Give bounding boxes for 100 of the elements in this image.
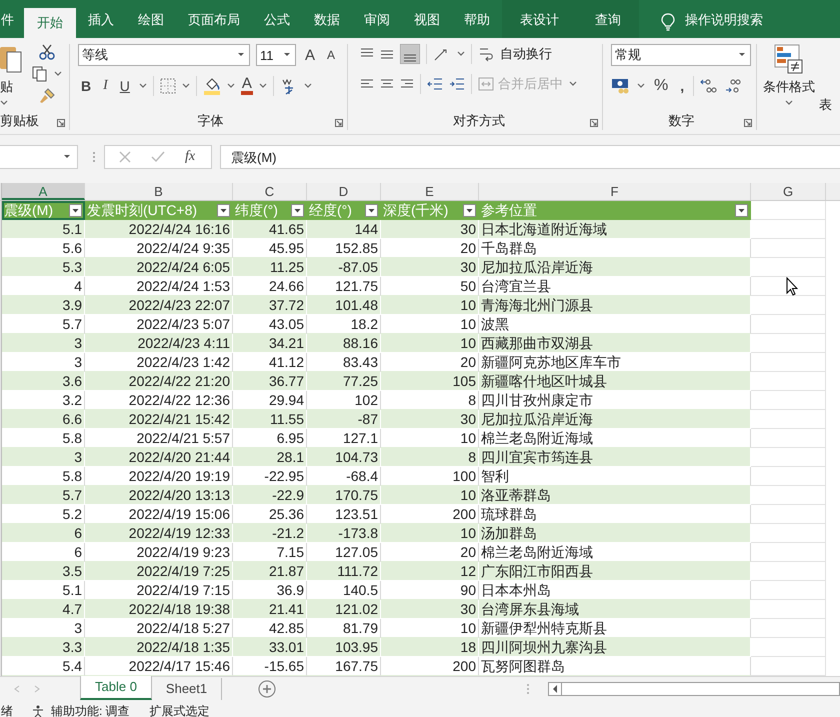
column-header[interactable]: F [479, 183, 751, 200]
search-field[interactable]: 操作说明搜索 [685, 0, 763, 38]
column-header[interactable]: D [307, 183, 381, 200]
add-sheet-icon[interactable] [258, 680, 276, 698]
table-cell: 2022/4/24 16:16 [85, 220, 233, 239]
lightbulb-icon[interactable] [661, 13, 675, 31]
more-options-icon[interactable] [92, 151, 96, 163]
caret-icon[interactable] [226, 83, 235, 89]
dropdown-caret-icon[interactable] [283, 52, 291, 58]
ribbon-tab[interactable]: 插入 [76, 0, 126, 38]
increase-indent-icon[interactable] [449, 77, 465, 91]
filter-dropdown-icon[interactable] [735, 204, 748, 216]
dialog-launcher-icon[interactable] [590, 119, 598, 127]
ribbon-tab[interactable]: 件 [0, 0, 24, 38]
decrease-decimal-icon[interactable] [724, 78, 742, 94]
table-cell: 8 [381, 448, 479, 467]
decrease-indent-icon[interactable] [427, 77, 443, 91]
table-cell: 6.6 [2, 410, 85, 429]
caret-icon[interactable] [138, 83, 147, 89]
empty-cell[interactable] [751, 353, 826, 372]
column-header[interactable]: E [381, 183, 479, 200]
wrap-text-button[interactable]: 自动换行 [500, 45, 552, 63]
horizontal-scrollbar[interactable] [548, 682, 840, 696]
formula-input[interactable]: 震级(M) [220, 145, 840, 169]
font-size-field[interactable]: 11 [256, 44, 296, 66]
caret-icon[interactable] [54, 71, 62, 77]
copy-icon[interactable] [32, 66, 48, 82]
table-cell: 10 [381, 296, 479, 315]
scissors-icon[interactable] [39, 44, 55, 60]
conditional-formatting-icon[interactable] [774, 44, 804, 74]
insert-function-button[interactable]: fx [185, 149, 196, 165]
paste-button[interactable]: 贴 [0, 78, 13, 96]
filter-dropdown-icon[interactable] [291, 204, 304, 216]
decrease-font-size-button[interactable]: A [324, 48, 338, 62]
dialog-launcher-icon[interactable] [744, 119, 752, 127]
increase-font-size-button[interactable]: A [302, 46, 318, 64]
ribbon-tab[interactable]: 数据 [302, 0, 352, 38]
dialog-launcher-icon[interactable] [335, 119, 343, 127]
dropdown-caret-icon[interactable] [237, 52, 245, 58]
empty-cell[interactable] [751, 543, 826, 562]
filter-dropdown-icon[interactable] [463, 204, 476, 216]
enter-check-icon[interactable] [151, 151, 165, 163]
ribbon-tab[interactable]: 审阅 [352, 0, 402, 38]
format-as-table-button[interactable]: 表 [819, 96, 832, 130]
empty-cell[interactable] [751, 391, 826, 410]
bold-button[interactable]: B [78, 78, 94, 94]
underline-button[interactable]: U [116, 78, 133, 94]
caret-icon[interactable] [637, 83, 645, 89]
accessibility-icon[interactable] [31, 704, 45, 717]
caret-icon[interactable] [569, 81, 577, 87]
format-painter-icon[interactable] [39, 88, 55, 104]
empty-cell[interactable] [751, 315, 826, 334]
empty-cell[interactable] [751, 429, 826, 448]
fill-bucket-icon[interactable] [202, 77, 221, 95]
dropdown-caret-icon[interactable] [63, 154, 71, 160]
ribbon-tab[interactable]: 帮助 [452, 0, 502, 38]
caret-icon[interactable] [304, 83, 312, 89]
caret-icon[interactable] [785, 100, 793, 106]
increase-decimal-icon[interactable] [700, 78, 718, 94]
ribbon-tab[interactable]: 公式 [252, 0, 302, 38]
empty-cell[interactable] [751, 657, 826, 676]
caret-icon[interactable] [457, 51, 465, 57]
empty-cell[interactable] [751, 505, 826, 524]
sheet-tab[interactable]: Table 0 [80, 676, 152, 700]
column-header[interactable]: B [85, 183, 233, 200]
dialog-launcher-icon[interactable] [57, 119, 65, 127]
filter-dropdown-icon[interactable] [217, 204, 230, 216]
ribbon-tab[interactable]: 绘图 [126, 0, 176, 38]
borders-icon[interactable] [160, 78, 176, 94]
caret-icon[interactable] [258, 83, 267, 89]
ribbon-tab[interactable]: 表设计 [502, 0, 577, 38]
wrap-text-icon[interactable] [478, 46, 494, 62]
filter-dropdown-icon[interactable] [69, 204, 82, 216]
conditional-formatting-button[interactable]: 条件格式 [763, 78, 815, 96]
ribbon-tab[interactable]: 查询 [577, 0, 639, 38]
ribbon-tab[interactable]: 页面布局 [176, 0, 252, 38]
column-header[interactable]: G [751, 183, 826, 200]
column-header[interactable]: A [2, 183, 85, 200]
currency-icon[interactable] [611, 77, 631, 95]
font-name-field[interactable]: 等线 [78, 44, 250, 66]
clipboard-icon[interactable] [0, 44, 22, 74]
ribbon-tab[interactable]: 开始 [24, 8, 76, 38]
italic-button[interactable]: I [100, 78, 111, 94]
ribbon-tab[interactable]: 视图 [402, 0, 452, 38]
caret-icon[interactable] [182, 83, 190, 89]
percent-style-button[interactable]: % [651, 77, 672, 95]
font-color-button[interactable]: A [240, 77, 253, 95]
table-cell: 18 [381, 638, 479, 657]
empty-cell[interactable] [751, 581, 826, 600]
number-format-field[interactable]: 常规 [611, 44, 751, 66]
empty-cell[interactable] [751, 277, 826, 296]
empty-cell[interactable] [751, 619, 826, 638]
filter-dropdown-icon[interactable] [365, 204, 378, 216]
column-header[interactable]: C [233, 183, 307, 200]
caret-icon[interactable] [0, 100, 8, 106]
empty-cell[interactable] [751, 467, 826, 486]
align-bottom-icon[interactable] [400, 44, 420, 64]
dropdown-caret-icon[interactable] [738, 52, 746, 58]
comma-style-button[interactable]: , [677, 78, 688, 94]
empty-cell[interactable] [751, 239, 826, 258]
